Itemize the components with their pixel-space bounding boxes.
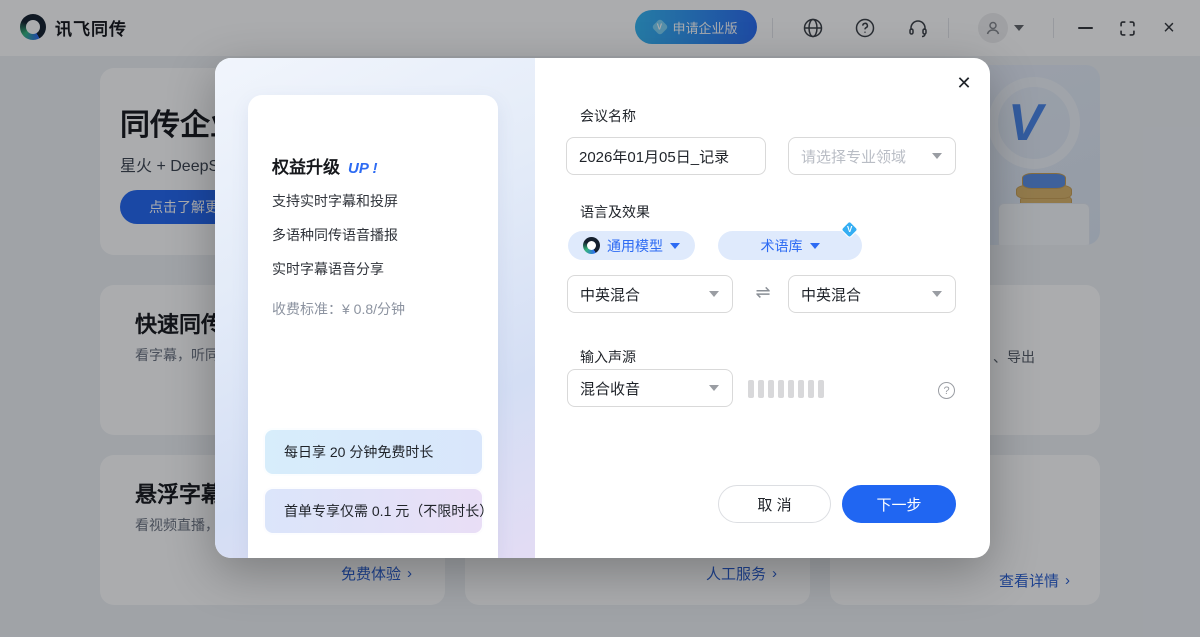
audio-source-label: 输入声源 [580,347,636,367]
target-language-select[interactable]: 中英混合 [788,275,956,313]
model-logo-icon [583,237,600,254]
terminology-chip[interactable]: 术语库 [718,231,862,260]
caret-down-icon [932,291,942,297]
daily-free-promo-chip: 每日享 20 分钟免费时长 [263,428,484,476]
source-language-select[interactable]: 中英混合 [567,275,733,313]
model-chip[interactable]: 通用模型 [568,231,695,260]
app-window: 讯飞同传 V 申请企业版 [0,0,1200,637]
caret-down-icon [709,385,719,391]
caret-down-icon [932,153,942,159]
audio-level-meter [748,380,824,398]
swap-languages-button[interactable]: ⇌ [749,282,777,303]
caret-down-icon [670,243,680,249]
audio-source-select[interactable]: 混合收音 [567,369,733,407]
benefits-card: 权益升级 UP ! 支持实时字幕和投屏 多语种同传语音播报 实时字幕语音分享 收… [248,95,498,558]
meeting-name-label: 会议名称 [580,106,636,126]
up-tag: UP ! [348,160,377,177]
meeting-name-input[interactable] [566,137,766,175]
cancel-button[interactable]: 取 消 [718,485,831,523]
caret-down-icon [709,291,719,297]
benefit-item: 支持实时字幕和投屏 [272,191,398,211]
language-section-label: 语言及效果 [580,202,650,222]
first-order-promo-chip: 首单专享仅需 0.1 元（不限时长） [263,487,484,535]
benefit-item: 多语种同传语音播报 [272,225,398,245]
next-step-button[interactable]: 下一步 [842,485,956,523]
caret-down-icon [810,243,820,249]
audio-help-icon[interactable]: ? [938,382,955,399]
close-dialog-button[interactable]: ✕ [951,70,977,96]
benefits-panel: 权益升级 UP ! 支持实时字幕和投屏 多语种同传语音播报 实时字幕语音分享 收… [215,58,535,558]
benefits-title: 权益升级 [272,153,340,178]
meeting-setup-dialog: 权益升级 UP ! 支持实时字幕和投屏 多语种同传语音播报 实时字幕语音分享 收… [215,58,990,558]
domain-placeholder: 请选择专业领域 [801,146,906,167]
benefit-item: 实时字幕语音分享 [272,259,384,279]
domain-select[interactable]: 请选择专业领域 [788,137,956,175]
pricing-note: 收费标准：¥ 0.8/分钟 [272,299,405,319]
